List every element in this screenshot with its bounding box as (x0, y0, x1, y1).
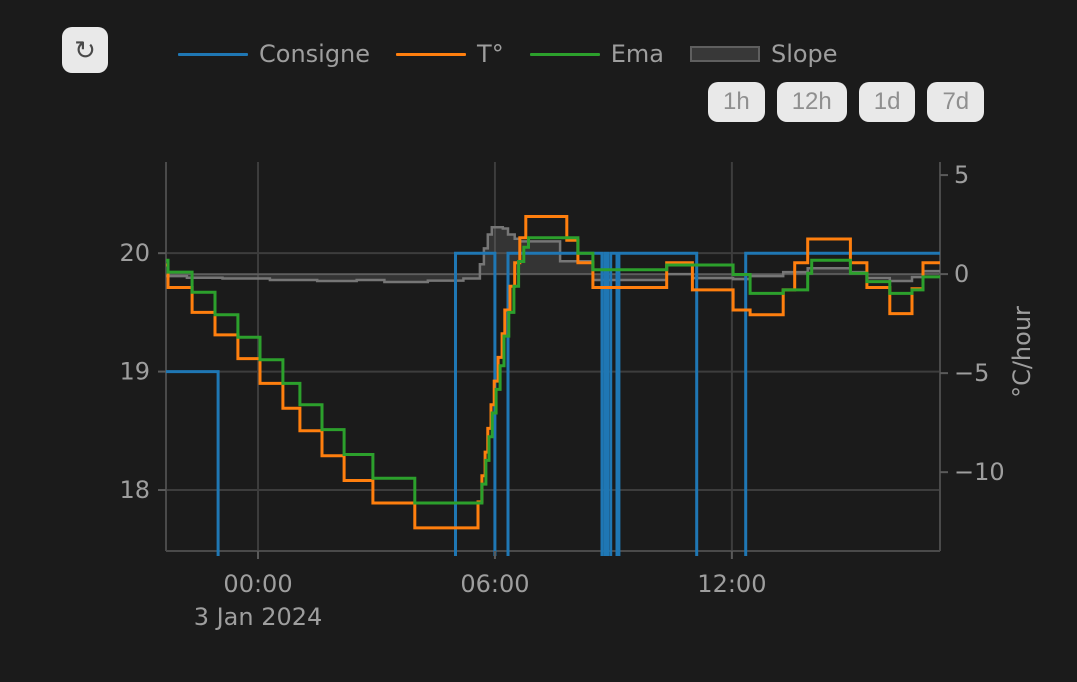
app: ↻ Consigne T° Ema Slope 1h 12h 1d 7d 201… (0, 0, 1077, 682)
svg-text:0: 0 (954, 260, 969, 288)
svg-text:12:00: 12:00 (697, 570, 766, 598)
svg-text:20: 20 (119, 239, 150, 267)
svg-text:5: 5 (954, 161, 969, 189)
svg-text:−10: −10 (954, 458, 1005, 486)
svg-text:−5: −5 (954, 359, 989, 387)
chart-canvas[interactable]: 20 19 18 5 0 −5 −10 00:00 06:00 12:00 3 Jan 2024 °C… (0, 0, 1077, 682)
svg-text:18: 18 (119, 476, 150, 504)
svg-text:°C/hour: °C/hour (1008, 306, 1036, 398)
svg-text:3 Jan 2024: 3 Jan 2024 (194, 603, 323, 631)
svg-text:00:00: 00:00 (223, 570, 292, 598)
svg-text:06:00: 06:00 (460, 570, 529, 598)
svg-text:19: 19 (119, 358, 150, 386)
